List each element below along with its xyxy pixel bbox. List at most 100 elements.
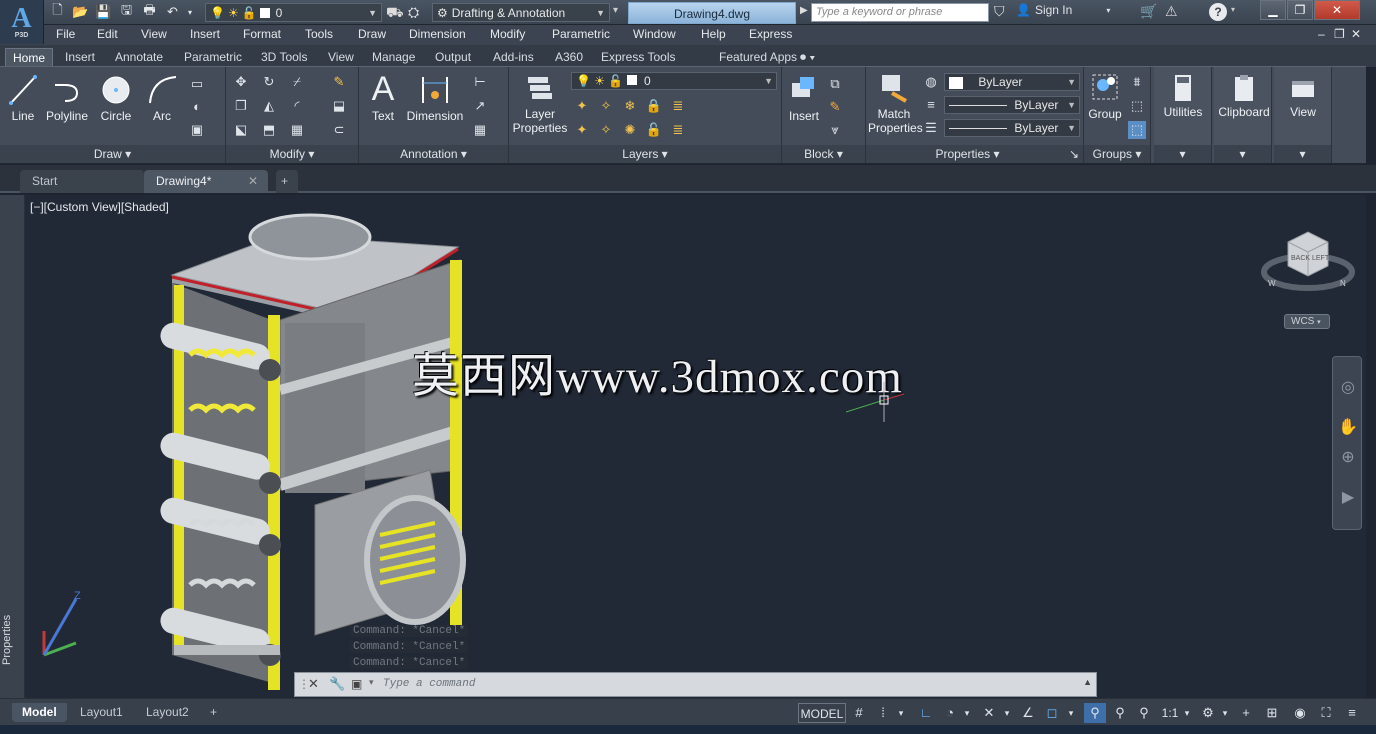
panel-clipboard[interactable]: Clipboard ▾ (1214, 67, 1272, 163)
add-layout-icon[interactable]: + (200, 703, 227, 722)
pan-hand-icon[interactable]: ✋ (1338, 417, 1358, 437)
menu-parametric[interactable]: Parametric (552, 27, 610, 41)
arc-tool[interactable]: Arc (142, 73, 182, 123)
save-as-icon[interactable]: 🖫 (117, 2, 136, 21)
match-properties-button[interactable]: Match Properties (868, 71, 923, 135)
auto-scale-icon[interactable]: ⚲ (1110, 703, 1130, 723)
copy-icon[interactable]: ❐ (232, 97, 250, 115)
undo-icon[interactable]: ↶ (163, 3, 182, 21)
object-snap-dropdown-icon[interactable]: ▾ (1066, 703, 1076, 723)
menu-insert[interactable]: Insert (190, 27, 220, 41)
clipboard-button[interactable]: Clipboard (1216, 73, 1272, 119)
rotate-icon[interactable]: ↻ (260, 73, 278, 91)
workspace-dropdown[interactable]: ⚙ Drafting & Annotation ▼ (432, 3, 610, 22)
tab-3d-tools[interactable]: 3D Tools (254, 48, 314, 67)
tab-a360[interactable]: A360 (548, 48, 590, 67)
annotation-scale-value[interactable]: 1:1 (1158, 703, 1182, 723)
viewcube-back-label[interactable]: BACK (1291, 255, 1310, 262)
menu-dimension[interactable]: Dimension (409, 27, 466, 41)
isodraft-icon[interactable]: ✕ (978, 703, 1000, 723)
block-panel-title[interactable]: Block ▾ (782, 145, 865, 163)
utilities-expand-icon[interactable]: ▾ (1154, 145, 1211, 163)
scale-icon[interactable]: ⬒ (260, 121, 278, 139)
array-icon[interactable]: ▦ (288, 121, 306, 139)
annotation-panel-title[interactable]: Annotation ▾ (359, 145, 508, 163)
cart-icon[interactable]: 🛒 (1140, 3, 1157, 20)
dimension-tool[interactable]: Dimension (403, 73, 467, 123)
clean-screen-icon[interactable]: ⛶ (1316, 703, 1336, 723)
tab-parametric[interactable]: Parametric (177, 48, 249, 67)
tab-start[interactable]: Start (20, 170, 144, 193)
annotation-monitor-icon[interactable]: + (1236, 703, 1256, 723)
boundary-icon[interactable]: ▣ (188, 121, 206, 139)
insert-block-button[interactable]: Insert (784, 73, 824, 123)
layer-walk-icon[interactable]: ≣ (669, 121, 687, 139)
annotation-scale-icon[interactable]: ⚲ (1134, 703, 1154, 723)
menu-modify[interactable]: Modify (490, 27, 525, 41)
leader-icon[interactable]: ↗ (471, 97, 489, 115)
layer-dropdown[interactable]: 💡 ☀ 🔓 0 ▼ (571, 72, 777, 90)
ribbon-minimize-icon[interactable]: ⏺ ▾ (793, 48, 822, 67)
save-icon[interactable]: 💾 (94, 3, 113, 21)
polyline-tool[interactable]: Polyline (44, 73, 90, 123)
group-edit-icon[interactable]: ⬚ (1128, 97, 1146, 115)
recent-commands-icon[interactable]: ▾ (369, 677, 374, 688)
offset-icon[interactable]: ⊂ (330, 121, 348, 139)
zoom-extents-icon[interactable]: ⊕ (1338, 447, 1358, 467)
layer-properties-button[interactable]: Layer Properties (511, 71, 569, 135)
workspace-switching-icon[interactable]: ⚙ (1198, 703, 1218, 723)
exchange-icon[interactable]: ⚠ (1165, 3, 1178, 20)
properties-panel-title[interactable]: Properties ▾ ↘ (866, 145, 1083, 163)
close-command-icon[interactable]: ✕ (308, 676, 319, 692)
sign-in-button[interactable]: 👤 Sign In ▾ (1016, 3, 1110, 17)
layer-unlock-icon[interactable]: 🔓 (645, 121, 663, 139)
model-space-toggle[interactable]: MODEL (798, 703, 846, 723)
command-prompt-icon[interactable]: ▣ (351, 677, 362, 691)
menu-draw[interactable]: Draw (358, 27, 386, 41)
application-menu-button[interactable]: A P3D (0, 0, 44, 44)
menu-format[interactable]: Format (243, 27, 281, 41)
tab-manage[interactable]: Manage (365, 48, 422, 67)
undo-dropdown-icon[interactable]: ▾ (186, 3, 194, 21)
new-file-icon[interactable]: 🗋 (48, 2, 67, 21)
scale-dropdown-icon[interactable]: ▾ (1182, 703, 1192, 723)
3d-model-heat-exchanger[interactable] (150, 205, 490, 695)
doc-close-icon[interactable]: ✕ (1351, 27, 1361, 41)
polar-icon[interactable]: ◔ (940, 703, 960, 723)
viewport-controls[interactable]: [−][Custom View][Shaded] (30, 200, 169, 214)
menu-help[interactable]: Help (701, 27, 726, 41)
mirror-icon[interactable]: ◭ (260, 97, 278, 115)
menu-edit[interactable]: Edit (97, 27, 118, 41)
menu-express[interactable]: Express (749, 27, 792, 41)
layer-match-icon[interactable]: ≣ (669, 97, 687, 115)
steering-wheel-icon[interactable]: ◎ (1338, 377, 1358, 397)
customize-wrench-icon[interactable]: 🔧 (329, 676, 345, 692)
tab-output[interactable]: Output (428, 48, 478, 67)
move-icon[interactable]: ✥ (232, 73, 250, 91)
maximize-button[interactable]: ❐ (1287, 0, 1313, 20)
rectangle-icon[interactable]: ▭ (188, 75, 206, 93)
isolate-objects-icon[interactable]: ◉ (1290, 703, 1310, 723)
menu-tools[interactable]: Tools (305, 27, 333, 41)
layers-panel-title[interactable]: Layers ▾ (509, 145, 781, 163)
linetype-dropdown[interactable]: ByLayer ▼ (944, 119, 1080, 137)
lineweight-dropdown[interactable]: ByLayer ▼ (944, 96, 1080, 114)
view-expand-icon[interactable]: ▾ (1274, 145, 1331, 163)
erase-icon[interactable]: ✎ (330, 73, 348, 91)
layer-isolate-icon[interactable]: ✧ (597, 97, 615, 115)
menu-window[interactable]: Window (633, 27, 676, 41)
minimize-button[interactable]: ▁ (1260, 0, 1286, 20)
command-input[interactable]: Type a command (383, 678, 475, 690)
binoculars-icon[interactable]: ⛉ (994, 3, 1005, 20)
doc-restore-icon[interactable]: ❐ (1334, 27, 1345, 41)
layer-on-icon[interactable]: ✦ (573, 121, 591, 139)
tab-home[interactable]: Home (5, 48, 54, 67)
menu-file[interactable]: File (56, 27, 75, 41)
group-selection-icon[interactable]: ⬚ (1128, 121, 1146, 139)
wcs-menu[interactable]: WCS ▾ (1284, 314, 1330, 329)
annotation-visibility-icon[interactable]: ⚲ (1084, 703, 1106, 723)
create-block-icon[interactable]: ⧉ (826, 75, 844, 93)
help-dropdown-icon[interactable]: ▾ (1231, 5, 1235, 14)
layer-unisolate-icon[interactable]: ✧ (597, 121, 615, 139)
panel-utilities[interactable]: Utilities ▾ (1154, 67, 1212, 163)
